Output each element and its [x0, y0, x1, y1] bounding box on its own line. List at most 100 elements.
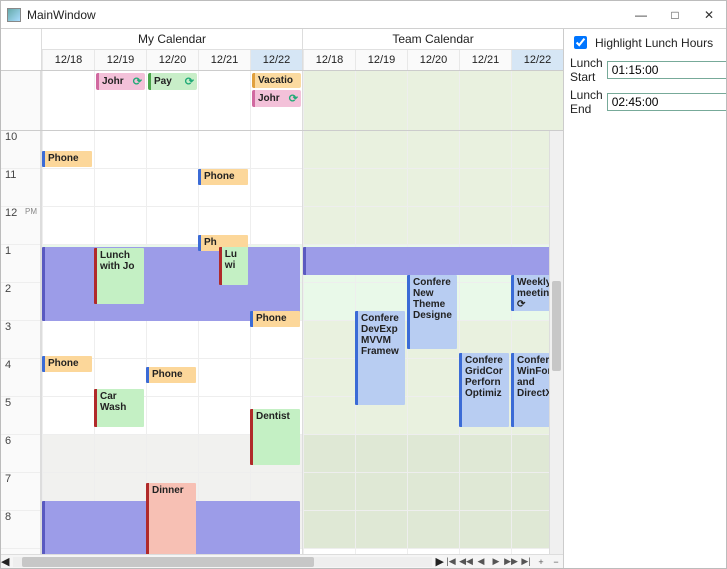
appointment[interactable]: Phone	[42, 356, 92, 372]
day-header[interactable]: 12/19	[94, 50, 146, 70]
time-slot[interactable]	[304, 207, 355, 245]
time-slot[interactable]	[408, 169, 459, 207]
allday-appointment[interactable]: Vacatio	[252, 73, 301, 88]
time-slot[interactable]	[43, 397, 94, 435]
nav-forward-button[interactable]: ▶	[489, 556, 503, 568]
time-slot[interactable]	[304, 511, 355, 549]
appointment[interactable]: Phone	[250, 311, 300, 327]
day-column[interactable]	[250, 131, 302, 554]
time-slot[interactable]	[304, 321, 355, 359]
scroll-left-button[interactable]: ◀	[1, 555, 9, 568]
highlight-lunch-checkbox[interactable]: Highlight Lunch Hours	[570, 33, 720, 52]
day-header[interactable]: 12/19	[355, 50, 407, 70]
allday-appointment[interactable]: Johr⟳	[96, 73, 145, 90]
time-slot[interactable]	[304, 169, 355, 207]
allday-cell[interactable]: Vacatio Johr⟳	[250, 71, 302, 130]
time-slot[interactable]	[199, 359, 250, 397]
time-slot[interactable]	[251, 359, 302, 397]
time-slot[interactable]	[95, 131, 146, 169]
vertical-scrollbar[interactable]	[549, 131, 563, 554]
time-slot[interactable]	[304, 435, 355, 473]
time-slot[interactable]	[356, 169, 407, 207]
zoom-out-button[interactable]: −	[549, 556, 563, 568]
time-slot[interactable]	[147, 169, 198, 207]
day-column[interactable]	[303, 131, 355, 554]
time-slot[interactable]	[199, 321, 250, 359]
time-slot[interactable]	[460, 473, 511, 511]
day-column[interactable]	[459, 131, 511, 554]
maximize-button[interactable]: □	[658, 1, 692, 28]
allday-cell[interactable]: Johr⟳	[94, 71, 146, 130]
day-header[interactable]: 12/20	[407, 50, 459, 70]
time-slot[interactable]	[304, 397, 355, 435]
time-slot[interactable]	[460, 131, 511, 169]
allday-appointment[interactable]: Johr⟳	[252, 90, 301, 107]
time-slot[interactable]	[408, 131, 459, 169]
time-slot[interactable]	[251, 131, 302, 169]
time-slot[interactable]	[304, 283, 355, 321]
nav-fastforward-button[interactable]: ▶▶	[504, 556, 518, 568]
time-slot[interactable]	[356, 131, 407, 169]
appointment[interactable]: Confere GridCor Perforn Optimiz	[459, 353, 509, 427]
nav-fastback-button[interactable]: ◀◀	[459, 556, 473, 568]
time-slot[interactable]	[147, 435, 198, 473]
scroll-right-button[interactable]: ▶	[436, 555, 444, 568]
time-slot[interactable]	[199, 397, 250, 435]
appointment[interactable]: Dentist	[250, 409, 300, 465]
team-calendar-grid[interactable]: Confere DevExp MVVM FramewConfere New Th…	[302, 131, 563, 554]
lunch-start-input[interactable]	[607, 61, 726, 79]
allday-cell[interactable]	[355, 71, 407, 130]
day-header[interactable]: 12/21	[198, 50, 250, 70]
time-slot[interactable]	[356, 207, 407, 245]
time-slot[interactable]	[460, 283, 511, 321]
time-slot[interactable]	[95, 435, 146, 473]
time-slot[interactable]	[356, 473, 407, 511]
time-slot[interactable]	[43, 435, 94, 473]
nav-last-button[interactable]: ▶|	[519, 556, 533, 568]
appointment[interactable]	[303, 247, 561, 275]
allday-cell[interactable]	[42, 71, 94, 130]
time-slot[interactable]	[304, 131, 355, 169]
appointment[interactable]: Phone	[42, 151, 92, 167]
time-slot[interactable]	[408, 511, 459, 549]
time-slot[interactable]	[43, 207, 94, 245]
allday-cell[interactable]	[511, 71, 563, 130]
day-header[interactable]: 12/21	[459, 50, 511, 70]
day-column[interactable]	[42, 131, 94, 554]
time-slot[interactable]	[95, 169, 146, 207]
time-slot[interactable]	[199, 131, 250, 169]
vertical-scroll-thumb[interactable]	[552, 281, 561, 371]
appointment[interactable]	[42, 247, 300, 321]
time-slot[interactable]	[356, 511, 407, 549]
time-slot[interactable]	[147, 207, 198, 245]
allday-cell[interactable]	[459, 71, 511, 130]
day-header[interactable]: 12/22	[250, 50, 302, 70]
horizontal-scroll-thumb[interactable]	[22, 557, 315, 567]
appointment[interactable]: Confere New Theme Designe	[407, 275, 457, 349]
time-slot[interactable]	[43, 169, 94, 207]
appointment[interactable]: Phone	[146, 367, 196, 383]
time-slot[interactable]	[304, 359, 355, 397]
time-slot[interactable]	[408, 435, 459, 473]
appointment[interactable]: Car Wash	[94, 389, 144, 427]
time-slot[interactable]	[199, 435, 250, 473]
appointment[interactable]: Dinner	[146, 483, 196, 554]
time-slot[interactable]	[147, 321, 198, 359]
appointment[interactable]: Lunch with Jo	[94, 248, 144, 304]
day-column[interactable]	[198, 131, 250, 554]
time-slot[interactable]	[460, 511, 511, 549]
day-header[interactable]: 12/20	[146, 50, 198, 70]
appointment[interactable]: Phone	[198, 169, 248, 185]
horizontal-scrollbar[interactable]: ◀ ▶ |◀ ◀◀ ◀ ▶ ▶▶ ▶| + −	[1, 554, 563, 568]
time-slot[interactable]	[408, 473, 459, 511]
nav-first-button[interactable]: |◀	[444, 556, 458, 568]
day-header[interactable]: 12/22	[511, 50, 563, 70]
time-slot[interactable]	[460, 207, 511, 245]
my-calendar-grid[interactable]: PhonePhoneLunch with JoCar WashPhoneDinn…	[41, 131, 302, 554]
time-slot[interactable]	[460, 169, 511, 207]
zoom-in-button[interactable]: +	[534, 556, 548, 568]
time-slot[interactable]	[251, 207, 302, 245]
allday-cell[interactable]	[198, 71, 250, 130]
allday-cell[interactable]	[407, 71, 459, 130]
time-slot[interactable]	[460, 435, 511, 473]
